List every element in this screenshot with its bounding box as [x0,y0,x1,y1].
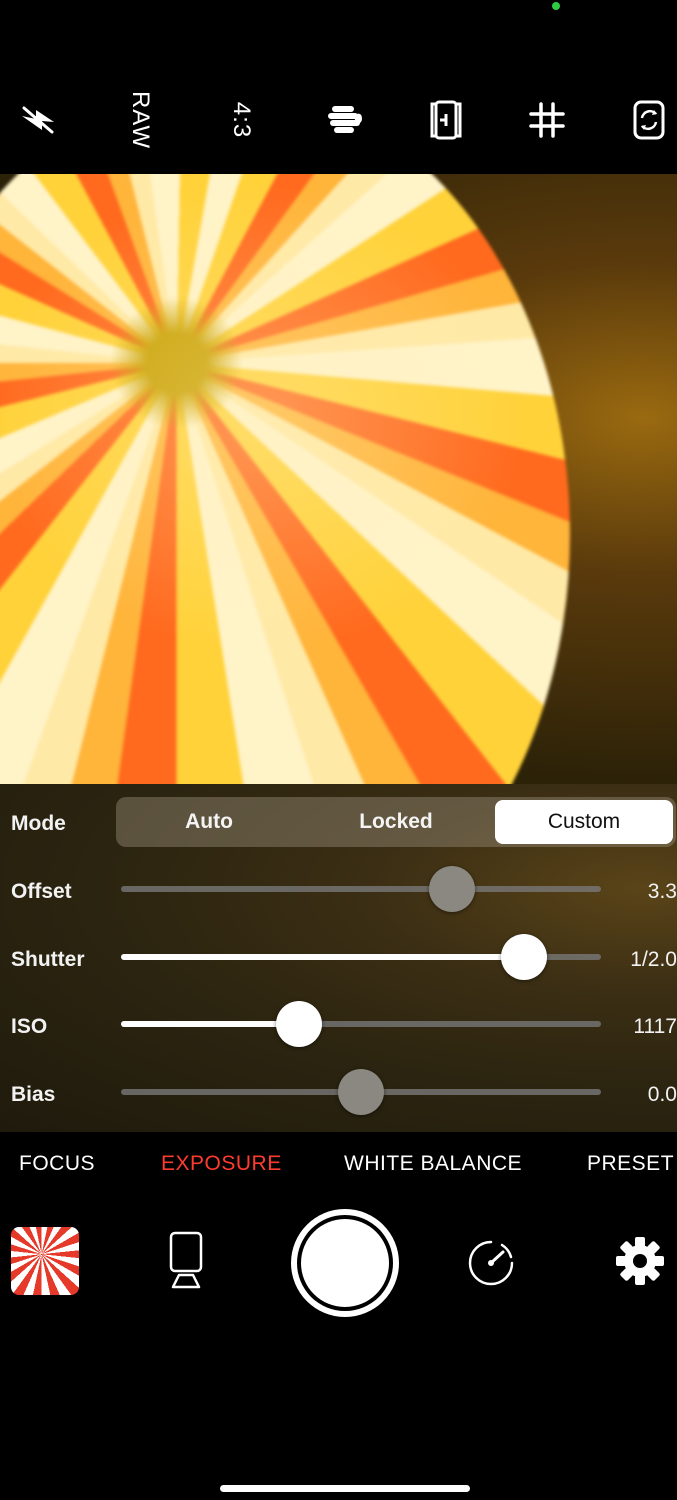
iso-slider[interactable] [121,1001,601,1047]
hand-icon[interactable] [316,92,372,148]
shutter-slider[interactable] [121,934,601,980]
grid-icon[interactable] [519,92,575,148]
offset-slider-thumb[interactable] [429,866,476,912]
tripod-icon[interactable] [162,1230,210,1290]
offset-slider[interactable] [121,866,601,912]
shutter-button[interactable] [291,1209,399,1317]
top-toolbar: RAW 4:3 [0,70,677,170]
aspect-ratio-toggle[interactable]: 4:3 [213,92,269,148]
tab-preset[interactable]: PRESET [587,1152,674,1176]
home-indicator[interactable] [220,1485,470,1492]
bias-value: 0.0 [647,1083,677,1106]
frame-icon[interactable] [418,92,474,148]
offset-value: 3.3 [647,880,677,903]
settings-tabs: FOCUS EXPOSURE WHITE BALANCE PRESET [0,1132,677,1196]
tab-focus[interactable]: FOCUS [19,1152,95,1176]
mode-segmented-control: Auto Locked Custom [116,797,676,847]
shutter-slider-thumb[interactable] [501,934,548,980]
iso-value: 1117 [633,1015,677,1038]
exposure-panel: Mode Auto Locked Custom Offset 3.3 Shutt… [0,784,677,1132]
offset-label: Offset [11,880,72,903]
iso-slider-thumb[interactable] [275,1001,322,1047]
speedometer-icon[interactable] [466,1238,516,1288]
shutter-value: 1/2.0 [630,948,677,971]
bias-slider[interactable] [121,1069,601,1115]
shutter-slider-fill [121,954,525,960]
tab-exposure[interactable]: EXPOSURE [161,1152,282,1176]
bias-slider-thumb[interactable] [338,1069,384,1115]
aspect-ratio-label: 4:3 [228,101,255,139]
viewfinder-glow [0,174,677,784]
mode-label: Mode [11,812,66,835]
camera-viewfinder[interactable] [0,174,677,784]
flash-off-icon[interactable] [10,92,66,148]
raw-label: RAW [127,90,155,150]
mode-locked[interactable]: Locked [302,797,490,847]
gallery-thumbnail[interactable] [11,1227,79,1295]
raw-toggle[interactable]: RAW [112,90,168,150]
mode-custom[interactable]: Custom [495,800,673,844]
gear-icon[interactable] [615,1236,665,1286]
status-indicator-dot [552,2,560,10]
bias-label: Bias [11,1083,56,1106]
camera-flip-icon[interactable] [621,92,677,148]
iso-slider-fill [121,1021,299,1027]
shutter-label: Shutter [11,948,85,971]
tab-white-balance[interactable]: WHITE BALANCE [344,1152,522,1176]
iso-label: ISO [11,1015,48,1038]
mode-auto[interactable]: Auto [116,797,302,847]
